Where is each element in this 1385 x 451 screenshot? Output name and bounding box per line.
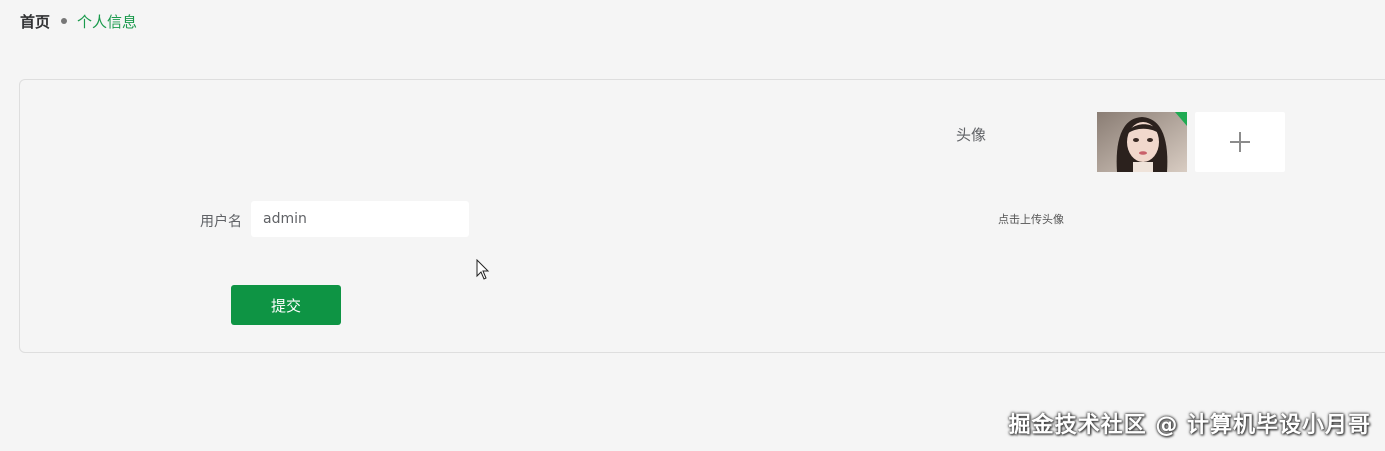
upload-avatar-tip: 点击上传头像 [998, 213, 1064, 226]
breadcrumb-home-link[interactable]: 首页 [20, 11, 50, 32]
profile-page: 首页 个人信息 头像 点击上传头像 用户名 admin 提交 掘金技术社区 @ … [0, 0, 1385, 451]
mouse-pointer-icon [476, 259, 490, 280]
submit-button[interactable]: 提交 [231, 285, 341, 325]
breadcrumb-separator-dot-icon [61, 18, 68, 24]
plus-icon-vertical [1239, 132, 1241, 152]
breadcrumb-current: 个人信息 [77, 12, 138, 31]
avatar-label: 头像 [956, 126, 987, 144]
username-input[interactable] [251, 201, 469, 237]
username-label: 用户名 [200, 214, 242, 230]
avatar-image[interactable] [1097, 112, 1187, 172]
breadcrumb: 首页 个人信息 [20, 11, 137, 31]
profile-form-card: 头像 点击上传头像 用户名 admin 提交 [19, 79, 1385, 353]
watermark: 掘金技术社区 @ 计算机毕设小月哥 [1008, 413, 1371, 438]
avatar-upload-button[interactable] [1195, 112, 1285, 172]
avatar-photo-icon [1097, 112, 1187, 172]
